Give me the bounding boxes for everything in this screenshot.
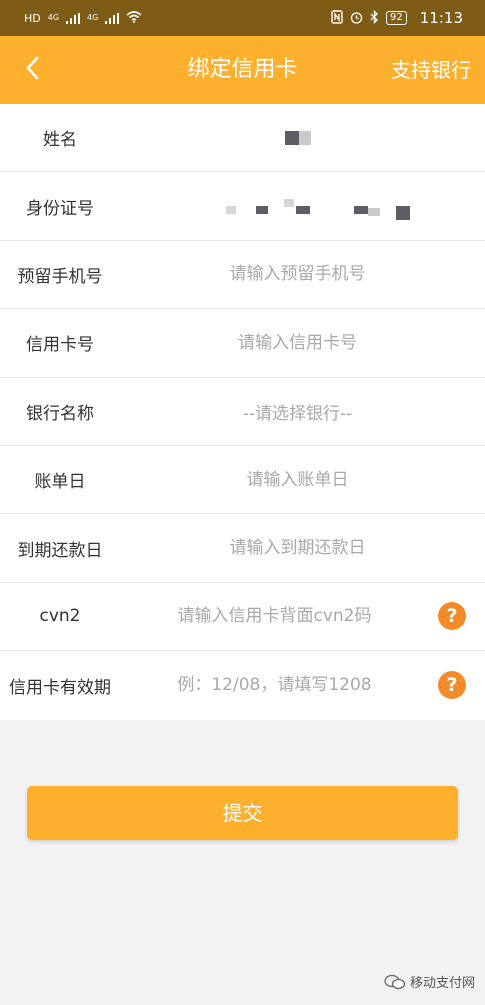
app-header: 绑定信用卡 支持银行	[0, 36, 485, 104]
bank-select[interactable]: --请选择银行--	[120, 399, 485, 424]
bill-day-input[interactable]	[120, 469, 485, 490]
back-button[interactable]	[8, 36, 56, 104]
form-row-expiry: 信用卡有效期 ?	[0, 651, 485, 719]
cvn2-label: cvn2	[39, 606, 81, 627]
submit-button[interactable]: 提交	[27, 786, 458, 840]
wechat-logo-icon	[384, 974, 406, 990]
watermark-text: 移动支付网	[409, 976, 475, 991]
network-type-1: 4G	[47, 13, 60, 22]
form-row-bill-day: 账单日	[0, 446, 485, 515]
form-row-id-number: 身份证号	[0, 172, 485, 241]
name-label: 姓名	[43, 130, 77, 151]
id-number-label: 身份证号	[26, 198, 94, 219]
card-number-input[interactable]	[120, 332, 485, 353]
id-number-value-redacted	[120, 172, 485, 240]
bill-day-label: 账单日	[34, 472, 86, 493]
status-right: 92 11:13	[331, 9, 463, 27]
expiry-input[interactable]	[120, 675, 485, 696]
signal-icon-2	[105, 12, 120, 24]
expiry-help-icon[interactable]: ?	[438, 671, 466, 700]
cvn2-help-icon[interactable]: ?	[438, 602, 466, 631]
status-bar: HD 4G 4G 92 11:13	[0, 0, 485, 36]
form-row-due-day: 到期还款日	[0, 514, 485, 583]
status-left: HD 4G 4G	[24, 11, 142, 25]
phone-label: 预留手机号	[17, 266, 103, 287]
form-row-name: 姓名	[0, 104, 485, 173]
battery-icon: 92	[386, 11, 407, 25]
card-number-label: 信用卡号	[26, 335, 94, 356]
wifi-icon	[126, 11, 142, 25]
nfc-icon	[331, 10, 343, 26]
form-row-cvn2: cvn2 ?	[0, 583, 485, 652]
phone-input[interactable]	[120, 264, 485, 285]
due-day-input[interactable]	[120, 538, 485, 559]
chevron-left-icon	[25, 56, 39, 84]
expiry-label: 信用卡有效期	[9, 677, 111, 698]
form-row-phone: 预留手机号	[0, 241, 485, 310]
signal-icon	[66, 12, 81, 24]
clock: 11:13	[419, 9, 463, 27]
due-day-label: 到期还款日	[17, 540, 103, 561]
cvn2-input[interactable]	[120, 606, 485, 627]
credit-card-form: 姓名 身份证号 预留手机号 信用卡号 银行名称 --请选择银行-- 账单日	[0, 104, 485, 720]
network-type-2: 4G	[87, 13, 99, 22]
support-banks-link[interactable]: 支持银行	[391, 36, 471, 104]
bank-name-label: 银行名称	[26, 403, 94, 424]
watermark: 移动支付网	[384, 972, 475, 991]
form-row-bank-name: 银行名称 --请选择银行--	[0, 378, 485, 446]
name-value-redacted	[120, 104, 485, 172]
form-row-card-number: 信用卡号	[0, 309, 485, 378]
bluetooth-icon	[370, 9, 379, 26]
hd-icon: HD	[24, 11, 41, 25]
alarm-icon	[350, 11, 363, 26]
